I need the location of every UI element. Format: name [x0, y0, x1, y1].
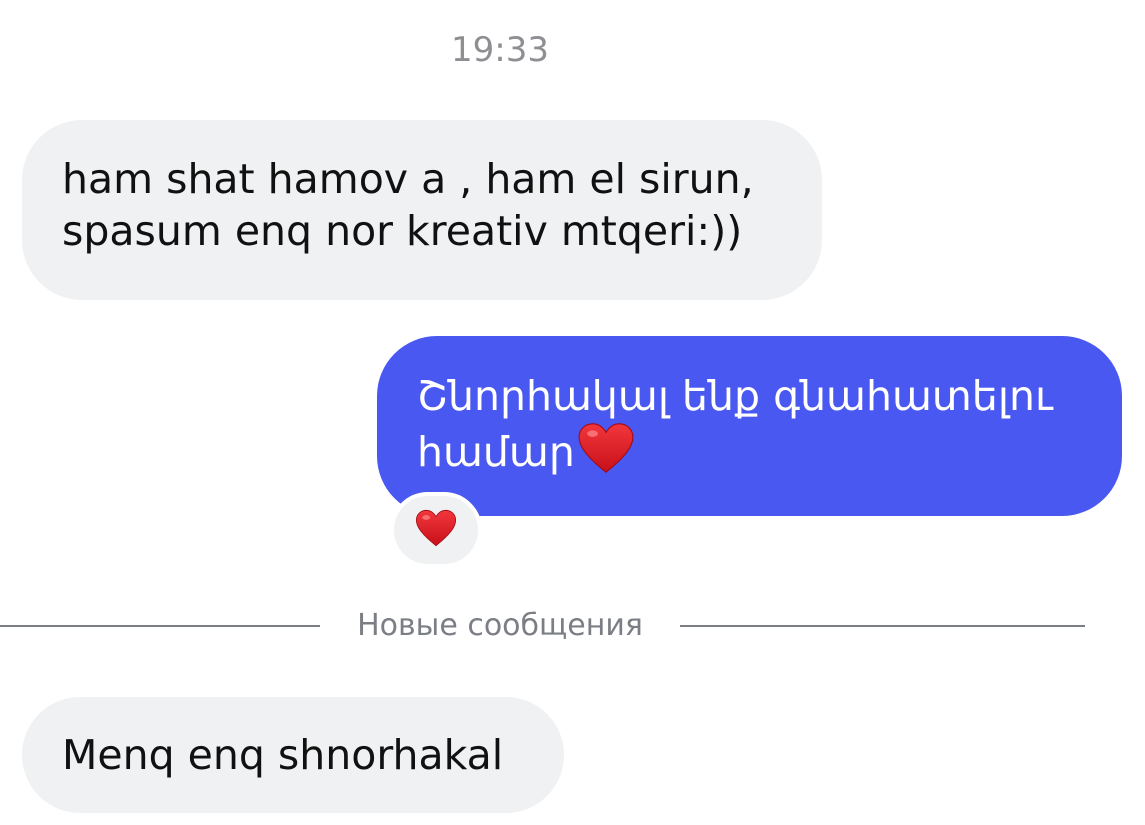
new-messages-label: Новые сообщения [357, 608, 643, 643]
divider-line [680, 625, 1085, 627]
new-messages-divider: Новые сообщения [0, 606, 1085, 646]
message-timestamp: 19:33 [451, 30, 549, 70]
incoming-message-bubble[interactable]: ham shat hamov a , ham el sirun, spasum … [22, 120, 822, 300]
outgoing-message-bubble[interactable]: Շնորհակալ ենք գնահատելու համար [377, 336, 1122, 516]
message-text-line: Menq enq shnorhakal [62, 731, 504, 779]
message-text-line-with-emoji: համար [417, 422, 1082, 486]
red-heart-emoji-icon [577, 422, 635, 486]
message-text-line: Շնորհակալ ենք գնահատելու [417, 372, 1053, 420]
message-reaction-badge[interactable] [390, 492, 482, 568]
message-text-line: spasum enq nor kreativ mtqeri:)) [62, 207, 743, 255]
message-text-line: ham shat hamov a , ham el sirun, [62, 155, 754, 203]
incoming-message-bubble[interactable]: Menq enq shnorhakal [22, 697, 564, 813]
message-text-line: համար [417, 428, 575, 476]
divider-line [0, 625, 320, 627]
red-heart-emoji-icon [415, 509, 457, 552]
